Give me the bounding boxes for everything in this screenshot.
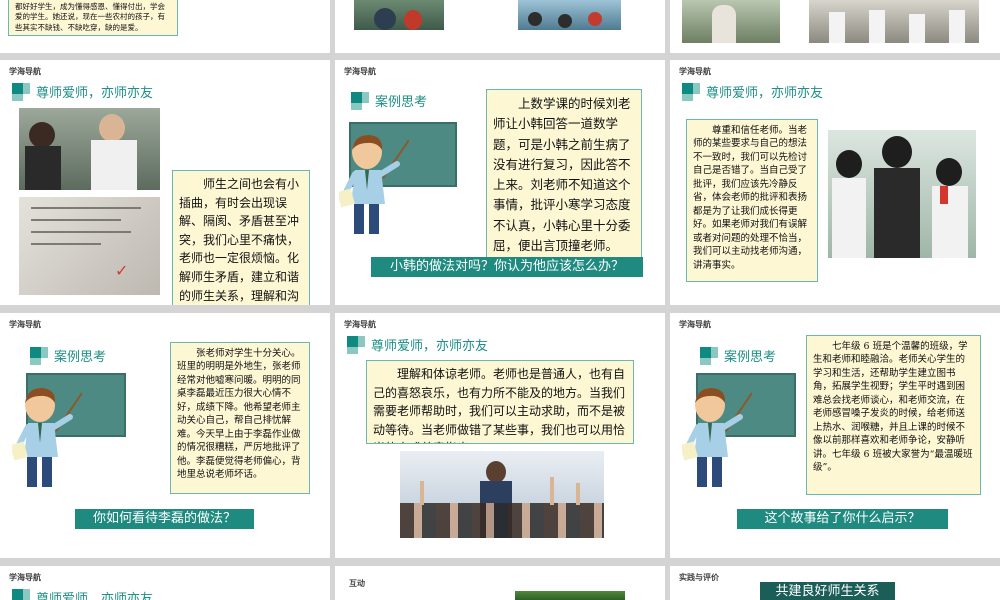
slide-text-box: 七年级 6 班是个温馨的班级，学生和老师和睦融洽。老师关心学生的学习和生活，还帮… — [806, 335, 981, 495]
section-square-icon — [12, 82, 30, 101]
homework-paper-photo: ✓ — [19, 197, 160, 295]
section-heading: 案例思考 — [30, 346, 106, 365]
slide-thumb-r0c2[interactable] — [670, 0, 1000, 53]
slide-section-tag: 实践与评价 — [679, 573, 719, 582]
outdoor-photo — [515, 591, 625, 600]
section-title: 尊师爱师，亦师亦友 — [36, 592, 154, 600]
section-title: 尊师爱师，亦师亦友 — [371, 339, 489, 354]
section-heading: 案例思考 — [351, 91, 427, 110]
section-title: 案例思考 — [375, 95, 428, 110]
section-square-icon — [351, 91, 369, 110]
slide-text-box: 师生之间也会有小插曲，有时会出现误解、隔阂、矛盾甚至冲突，我们心里不痛快，老师也… — [172, 170, 310, 305]
teacher-with-students-photo — [828, 130, 976, 258]
slide-text-box: 尊重和信任老师。当老师的某些要求与自己的想法不一致时，我们可以先检讨自己是否错了… — [686, 119, 818, 282]
slide-thumb-r3c2[interactable]: 实践与评价 共建良好师生关系 — [670, 566, 1000, 600]
students-line-photo — [809, 0, 979, 43]
slide-section-tag: 学海导航 — [344, 320, 376, 329]
slide-thumb-r1c2[interactable]: 学海导航 尊师爱师，亦师亦友 尊重和信任老师。当老师的某些要求与自己的想法不一致… — [670, 60, 1000, 305]
slide-thumb-r0c1[interactable] — [335, 0, 665, 53]
section-title: 尊师爱师，亦师亦友 — [36, 86, 154, 101]
slide-section-tag: 学海导航 — [344, 67, 376, 76]
slide-text-box: 自己更注意教育教育，希望自己能够好的孩子都好好学生，成为懂得感恩、懂得付出，学会… — [8, 0, 178, 36]
section-title: 案例思考 — [54, 350, 107, 365]
section-title: 案例思考 — [724, 350, 777, 365]
section-square-icon — [347, 335, 365, 354]
slide-thumb-r3c0[interactable]: 学海导航 尊师爱师，亦师亦友 — [0, 566, 330, 600]
section-title: 尊师爱师，亦师亦友 — [706, 86, 824, 101]
students-photo — [518, 0, 621, 30]
slide-section-tag: 学海导航 — [679, 320, 711, 329]
slide-thumb-r2c0[interactable]: 学海导航 案例思考 张老师对学生十分关心。班里的明明是外地生，张老师经常对他嘘寒… — [0, 313, 330, 558]
section-heading: 案例思考 — [700, 346, 776, 365]
slide-section-tag: 学海导航 — [9, 320, 41, 329]
question-banner: 这个故事给了你什么启示？ — [737, 509, 948, 529]
cartoon-teacher-icon — [339, 134, 409, 234]
section-heading: 尊师爱师，亦师亦友 — [682, 82, 823, 101]
slide-section-tag: 学海导航 — [9, 67, 41, 76]
slide-text-box: 上数学课的时候刘老师让小韩回答一道数学题，可是小韩之前生病了没有进行复习，因此答… — [486, 89, 642, 267]
question-banner: 小韩的做法对吗？你认为他应该怎么办？ — [371, 257, 643, 277]
section-square-icon — [30, 346, 48, 365]
slide-thumb-r2c1[interactable]: 学海导航 尊师爱师，亦师亦友 理解和体谅老师。老师也是普通人，也有自己的喜怒哀乐… — [335, 313, 665, 558]
classroom-hands-up-photo — [400, 451, 604, 538]
classroom-photo — [354, 0, 444, 30]
slide-thumb-r3c1[interactable]: 互动 — [335, 566, 665, 600]
section-square-icon — [700, 346, 718, 365]
slide-section-tag: 学海导航 — [9, 573, 41, 582]
slide-thumb-r0c0[interactable]: 自己更注意教育教育，希望自己能够好的孩子都好好学生，成为懂得感恩、懂得付出，学会… — [0, 0, 330, 53]
section-heading: 尊师爱师，亦师亦友 — [12, 82, 153, 101]
question-banner: 你如何看待李磊的做法？ — [75, 509, 254, 529]
cartoon-teacher-icon — [682, 387, 752, 487]
slide-section-tag: 学海导航 — [679, 67, 711, 76]
slide-thumb-r2c2[interactable]: 学海导航 案例思考 七年级 6 班是个温馨的班级，学生和老师和睦融洽。老师关心学… — [670, 313, 1000, 558]
section-square-icon — [682, 82, 700, 101]
cartoon-teacher-icon — [12, 387, 82, 487]
topic-banner: 共建良好师生关系 — [760, 582, 895, 600]
slide-section-tag: 互动 — [349, 579, 365, 588]
section-heading: 尊师爱师，亦师亦友 — [347, 335, 488, 354]
slide-text-box: 张老师对学生十分关心。班里的明明是外地生，张老师经常对他嘘寒问暖。明明的同桌李磊… — [170, 342, 310, 494]
slide-thumb-r1c0[interactable]: 学海导航 尊师爱师，亦师亦友 ✓ 师生之间也会有小插曲，有时会出现误解、隔阂、矛… — [0, 60, 330, 305]
slide-thumb-r1c1[interactable]: 学海导航 案例思考 上数学课的时候刘老师让小韩回答一道数学题，可是小韩之前生病了… — [335, 60, 665, 305]
section-heading: 尊师爱师，亦师亦友 — [12, 588, 153, 600]
section-square-icon — [12, 588, 30, 600]
slide-text-box: 理解和体谅老师。老师也是普通人，也有自己的喜怒哀乐，也有力所不能及的地方。当我们… — [366, 360, 634, 444]
teacher-photo — [682, 0, 780, 43]
teacher-student-photo — [19, 108, 160, 190]
